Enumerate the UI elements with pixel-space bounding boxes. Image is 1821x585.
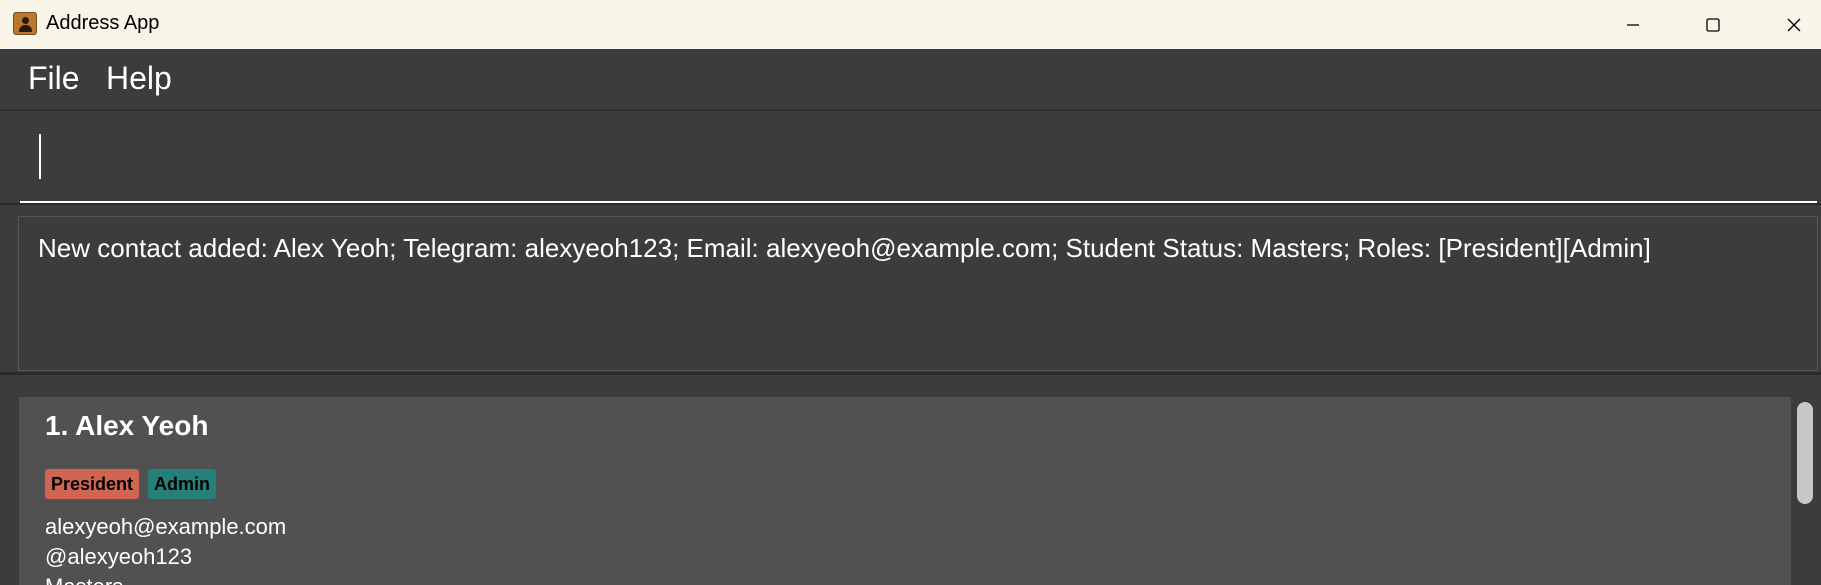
minimize-button[interactable] (1604, 0, 1662, 49)
menu-help[interactable]: Help (106, 60, 172, 97)
window-title: Address App (46, 12, 160, 34)
menu-bar: File Help (0, 49, 1821, 111)
person-card[interactable]: 1. Alex Yeoh President Admin alexyeoh@ex… (19, 397, 1791, 585)
person-telegram: @alexyeoh123 (45, 544, 193, 569)
window-titlebar: Address App (0, 0, 1821, 49)
person-email: alexyeoh@example.com (45, 514, 287, 539)
address-book-icon (13, 12, 37, 35)
person-list-scrollbar[interactable] (1797, 402, 1813, 504)
menu-file[interactable]: File (28, 60, 80, 97)
close-icon (1787, 18, 1801, 31)
text-caret (39, 134, 41, 179)
maximize-icon (1706, 17, 1720, 32)
close-button[interactable] (1765, 0, 1821, 49)
minimize-icon (1627, 23, 1639, 26)
maximize-button[interactable] (1684, 0, 1742, 49)
person-list-panel: 1. Alex Yeoh President Admin alexyeoh@ex… (0, 378, 1821, 585)
role-tag-president: President (45, 469, 140, 499)
command-box-panel (0, 113, 1821, 203)
result-display[interactable]: New contact added: Alex Yeoh; Telegram: … (18, 216, 1818, 371)
result-message: New contact added: Alex Yeoh; Telegram: … (38, 233, 1651, 263)
person-name: 1. Alex Yeoh (45, 410, 209, 441)
person-status: Masters (45, 574, 123, 585)
result-display-panel: New contact added: Alex Yeoh; Telegram: … (0, 203, 1821, 375)
command-input[interactable] (20, 125, 1817, 203)
role-tag-admin: Admin (148, 469, 216, 499)
